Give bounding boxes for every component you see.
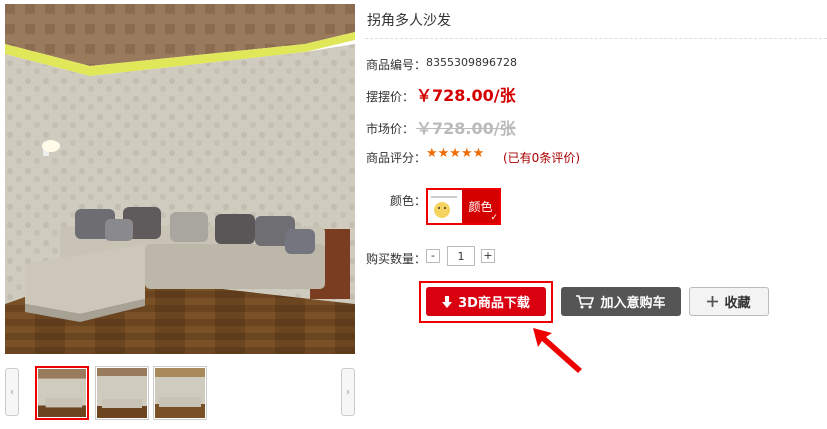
review-count-link[interactable]: (已有0条评价)	[503, 149, 580, 166]
plus-icon	[707, 296, 719, 307]
product-code-value: 8355309896728	[426, 56, 517, 69]
product-code-label: 商品编号：	[366, 58, 427, 72]
color-swatch-image	[428, 190, 462, 223]
cart-icon	[576, 294, 595, 309]
favorite-label: 收藏	[724, 296, 751, 311]
quantity-input[interactable]	[447, 246, 475, 266]
main-product-image	[5, 4, 355, 354]
market-price-label: 市场价：	[366, 122, 415, 136]
thumbnail-next-button[interactable]: ›	[341, 368, 355, 416]
quantity-decrease-button[interactable]: -	[426, 249, 440, 263]
smiley-icon	[431, 196, 457, 218]
sofa-room-render	[5, 4, 355, 354]
thumbnail-3[interactable]	[153, 366, 207, 420]
down-arrow-icon	[442, 295, 453, 308]
market-price-value: ￥728.00/张	[416, 119, 516, 138]
rating-label: 商品评分：	[366, 151, 427, 165]
thumbnail-bar: ‹ ›	[5, 366, 355, 420]
add-to-cart-label: 加入意购车	[600, 296, 666, 311]
red-pointer-arrow-icon	[533, 328, 582, 373]
quantity-label: 购买数量：	[366, 252, 427, 266]
color-option-button[interactable]: 颜色 ✓	[426, 188, 501, 225]
thumbnail-image	[155, 368, 205, 418]
thumbnail-image	[97, 368, 147, 418]
price-label: 摆摆价：	[366, 90, 415, 104]
rating-stars: ★★★★★	[426, 146, 485, 161]
download-3d-button[interactable]: 3D商品下载	[426, 287, 546, 316]
quantity-increase-button[interactable]: +	[481, 249, 495, 263]
favorite-button[interactable]: 收藏	[689, 287, 769, 316]
thumbnail-2[interactable]	[95, 366, 149, 420]
color-label: 颜色：	[390, 194, 427, 208]
product-title: 拐角多人沙发	[367, 13, 451, 29]
add-to-cart-button[interactable]: 加入意购车	[561, 287, 681, 316]
title-divider	[365, 38, 827, 39]
thumbnail-image	[38, 369, 86, 417]
thumbnail-prev-button[interactable]: ‹	[5, 368, 19, 416]
check-icon: ✓	[490, 213, 498, 223]
download-3d-label: 3D商品下载	[458, 296, 530, 311]
thumbnail-1[interactable]	[35, 366, 89, 420]
price-value: ￥728.00/张	[416, 86, 516, 105]
